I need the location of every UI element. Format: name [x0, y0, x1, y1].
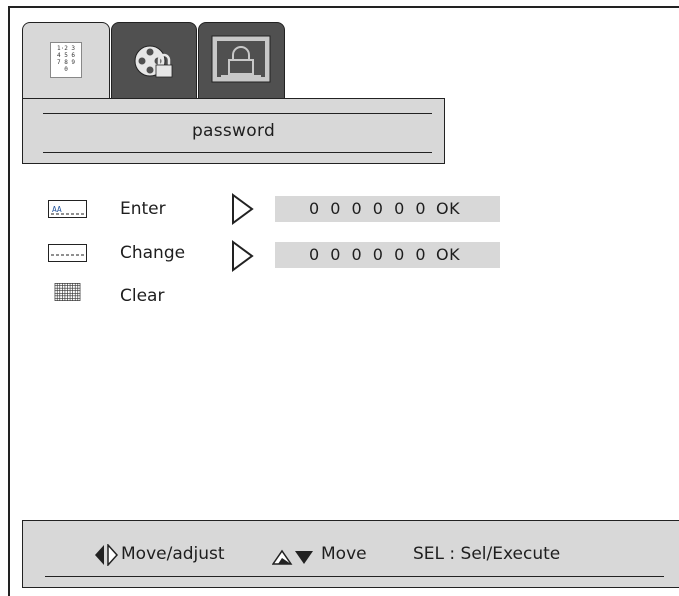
change-label: Change	[120, 243, 186, 263]
move-hint: Move	[321, 544, 367, 564]
right-arrow-icon	[232, 193, 254, 225]
title-panel: password	[22, 98, 445, 164]
tab-tv-lock[interactable]	[198, 22, 285, 98]
divider	[45, 576, 664, 577]
change-code-icon	[48, 244, 87, 262]
keypad-row-4: 0	[64, 66, 68, 73]
enter-code-value: 0 0 0 0 0 0	[309, 199, 429, 218]
keypad-icon: 1·2 3 4 5 6 7 8 9 0	[50, 42, 82, 78]
tv-lock-icon	[211, 35, 271, 83]
keypad-row-2: 4 5 6	[56, 52, 76, 59]
tab-film-lock[interactable]	[111, 22, 197, 98]
divider	[43, 152, 432, 153]
page-title: password	[191, 121, 276, 141]
menu-row-change[interactable]: Change 0 0 0 0 0 0 OK	[0, 240, 679, 272]
help-bar: Move/adjust Move SEL : Sel/Execute	[22, 520, 679, 588]
enter-code-icon: AA	[48, 200, 87, 218]
enter-code-field[interactable]: 0 0 0 0 0 0 OK	[275, 196, 500, 222]
menu-row-enter[interactable]: AA Enter 0 0 0 0 0 0 OK	[0, 193, 679, 225]
keypad-row-3: 7 8 9	[56, 59, 76, 66]
change-code-field[interactable]: 0 0 0 0 0 0 OK	[275, 242, 500, 268]
right-arrow-icon	[232, 240, 254, 272]
left-right-arrows-icon	[95, 544, 118, 566]
up-down-arrows-icon	[272, 549, 313, 565]
change-ok-label: OK	[436, 245, 461, 264]
clear-label: Clear	[120, 286, 165, 306]
change-code-value: 0 0 0 0 0 0	[309, 245, 429, 264]
tab-keypad[interactable]: 1·2 3 4 5 6 7 8 9 0	[22, 22, 110, 98]
keypad-row-1: 1·2 3	[56, 45, 76, 52]
divider	[43, 113, 432, 114]
menu-row-clear[interactable]: Clear	[0, 283, 300, 313]
svg-text:AA: AA	[52, 205, 62, 214]
select-execute-hint: SEL : Sel/Execute	[413, 544, 561, 564]
move-adjust-hint: Move/adjust	[121, 544, 225, 564]
enter-ok-label: OK	[436, 199, 461, 218]
clear-grid-icon	[54, 283, 81, 301]
film-reel-lock-icon	[134, 45, 173, 78]
enter-label: Enter	[120, 199, 166, 219]
